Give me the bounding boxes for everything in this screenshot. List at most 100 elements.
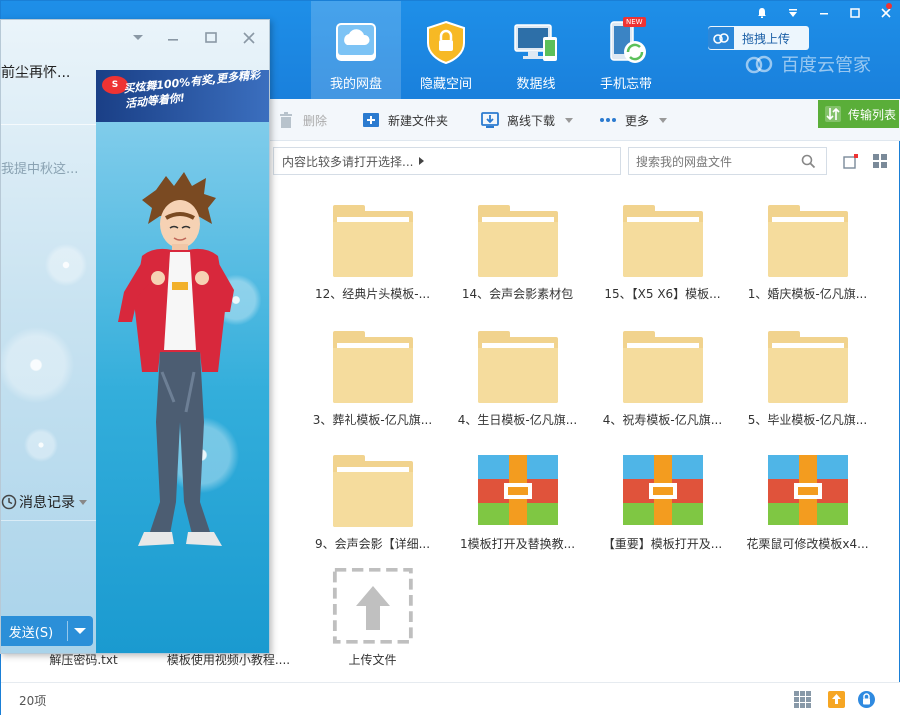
minimize-icon[interactable] xyxy=(808,1,839,25)
offline-download-label: 离线下载 xyxy=(507,113,556,128)
transfer-list-label: 传输列表 xyxy=(848,107,897,122)
upload-file-label: 上传文件 xyxy=(348,653,397,667)
search-input[interactable]: 搜索我的网盘文件 xyxy=(628,147,827,175)
message-record-button[interactable]: 消息记录 xyxy=(1,491,87,513)
file-name: 4、祝寿模板-亿凡旗... xyxy=(602,413,723,427)
file-name: 12、经典片头模板-... xyxy=(314,287,431,301)
new-folder-button[interactable]: 新建文件夹 xyxy=(362,99,448,141)
drag-upload-button[interactable]: 拖拽上传 xyxy=(708,26,809,50)
chevron-down-icon[interactable] xyxy=(129,29,147,47)
nav-data-cable[interactable]: 数据线 xyxy=(491,1,581,99)
folder-icon xyxy=(332,452,414,528)
folder-icon xyxy=(622,328,704,404)
nav-phone-forgot[interactable]: NEW 手机忘带 xyxy=(581,1,671,99)
clock-icon xyxy=(1,494,17,510)
window-controls xyxy=(746,1,900,25)
file-name: 花栗鼠可修改模板x4... xyxy=(746,537,869,551)
folder-icon xyxy=(767,328,849,404)
trash-icon xyxy=(280,112,292,128)
lock-shield-icon xyxy=(427,20,465,65)
send-options-chevron-icon[interactable] xyxy=(74,628,86,634)
minimize-icon[interactable] xyxy=(164,29,182,47)
brand-logo: 百度云管家 xyxy=(743,51,871,77)
file-item-archive[interactable]: 1模板打开及替换教... xyxy=(450,441,585,551)
folder-icon xyxy=(332,202,414,278)
file-item-archive[interactable]: 【重要】模板打开及... xyxy=(595,441,730,551)
transfer-arrows-icon xyxy=(825,106,841,122)
file-item-folder[interactable]: 5、毕业模板-亿凡旗... xyxy=(740,317,875,427)
ad-banner[interactable]: S 买炫舞100%有奖,更多精彩活动等着你! xyxy=(96,70,269,122)
file-item-folder[interactable]: 4、生日模板-亿凡旗... xyxy=(450,317,585,427)
chevron-right-icon xyxy=(419,157,425,165)
search-icon[interactable] xyxy=(801,154,816,169)
folder-icon xyxy=(477,328,559,404)
file-item-folder[interactable]: 9、会声会影【详细... xyxy=(305,441,440,551)
divider xyxy=(67,621,68,641)
file-name: 1、婚庆模板-亿凡旗... xyxy=(747,287,868,301)
sort-view-icon[interactable] xyxy=(843,153,859,169)
item-count: 20项 xyxy=(19,694,47,708)
notification-bell-icon[interactable] xyxy=(746,1,777,25)
offline-download-button[interactable]: 离线下载 xyxy=(481,99,574,141)
nav-my-drive[interactable]: 我的网盘 xyxy=(311,1,401,99)
file-item-folder[interactable]: 12、经典片头模板-... xyxy=(305,191,440,301)
chevron-down-icon xyxy=(565,117,574,123)
more-label: 更多 xyxy=(625,113,650,128)
file-name: 5、毕业模板-亿凡旗... xyxy=(747,413,868,427)
folder-icon xyxy=(767,202,849,278)
ad-banner-text: 买炫舞100%有奖,更多精彩活动等着你! xyxy=(122,70,261,111)
grid-apps-icon[interactable] xyxy=(793,690,812,709)
file-item-archive[interactable]: 花栗鼠可修改模板x4... xyxy=(740,441,875,551)
more-button[interactable]: 更多 xyxy=(599,99,668,141)
dandelion-decoration xyxy=(1,320,81,410)
file-item-folder[interactable]: 3、葬礼模板-亿凡旗... xyxy=(305,317,440,427)
breadcrumb[interactable]: 内容比较多请打开选择... xyxy=(273,147,621,175)
divider xyxy=(1,520,97,521)
send-button[interactable]: 发送(S) xyxy=(1,616,93,646)
more-dots-icon xyxy=(600,118,616,122)
ad-panel[interactable]: S 买炫舞100%有奖,更多精彩活动等着你! xyxy=(96,70,269,653)
folder-icon xyxy=(477,202,559,278)
transfer-list-button[interactable]: 传输列表 xyxy=(818,100,899,128)
file-name: 3、葬礼模板-亿凡旗... xyxy=(312,413,433,427)
file-name: 【重要】模板打开及... xyxy=(602,537,723,551)
status-bar: 20项 xyxy=(1,682,900,716)
new-badge: NEW xyxy=(623,17,646,27)
chat-window[interactable]: 前尘再怀... 我提中秋这... 消息记录 发送(S) S 买炫舞100%有奖,… xyxy=(0,19,270,654)
cloud-upload-icon xyxy=(708,27,734,49)
close-icon[interactable] xyxy=(870,1,900,25)
folder-icon xyxy=(622,202,704,278)
maximize-icon[interactable] xyxy=(202,29,220,47)
grid-view-icon[interactable] xyxy=(872,153,888,169)
maximize-icon[interactable] xyxy=(839,1,870,25)
cloud-drive-icon xyxy=(336,23,376,61)
nav-hidden-space[interactable]: 隐藏空间 xyxy=(401,1,491,99)
chevron-down-icon xyxy=(659,117,668,123)
delete-button[interactable]: 删除 xyxy=(277,99,327,141)
file-name: 14、会声会影素材包 xyxy=(461,287,574,301)
file-item-folder[interactable]: 1、婚庆模板-亿凡旗... xyxy=(740,191,875,301)
close-icon[interactable] xyxy=(240,29,258,47)
menu-dropdown-icon[interactable] xyxy=(777,1,808,25)
dandelion-decoration xyxy=(41,240,91,290)
new-folder-label: 新建文件夹 xyxy=(388,113,449,128)
upload-box-icon[interactable] xyxy=(827,690,846,709)
archive-icon xyxy=(768,455,848,525)
file-item-folder[interactable]: 4、祝寿模板-亿凡旗... xyxy=(595,317,730,427)
dancing-avatar-image xyxy=(118,172,234,546)
monitor-phone-icon xyxy=(514,24,557,61)
upload-file-button[interactable]: 上传文件 xyxy=(305,557,440,667)
notification-dot xyxy=(886,3,892,9)
lock-status-icon[interactable] xyxy=(857,690,876,709)
file-name: 15、【X5 X6】模板... xyxy=(604,287,721,301)
message-record-label: 消息记录 xyxy=(19,495,75,511)
delete-label: 删除 xyxy=(303,113,328,128)
file-name: 9、会声会影【详细... xyxy=(314,537,431,551)
nav-hidden-space-label: 隐藏空间 xyxy=(419,77,472,92)
chat-titlebar[interactable] xyxy=(1,20,269,56)
search-placeholder: 搜索我的网盘文件 xyxy=(636,154,733,169)
dandelion-decoration xyxy=(21,425,61,465)
file-item-folder[interactable]: 14、会声会影素材包 xyxy=(450,191,585,301)
send-label: 发送(S) xyxy=(8,625,54,641)
file-item-folder[interactable]: 15、【X5 X6】模板... xyxy=(595,191,730,301)
